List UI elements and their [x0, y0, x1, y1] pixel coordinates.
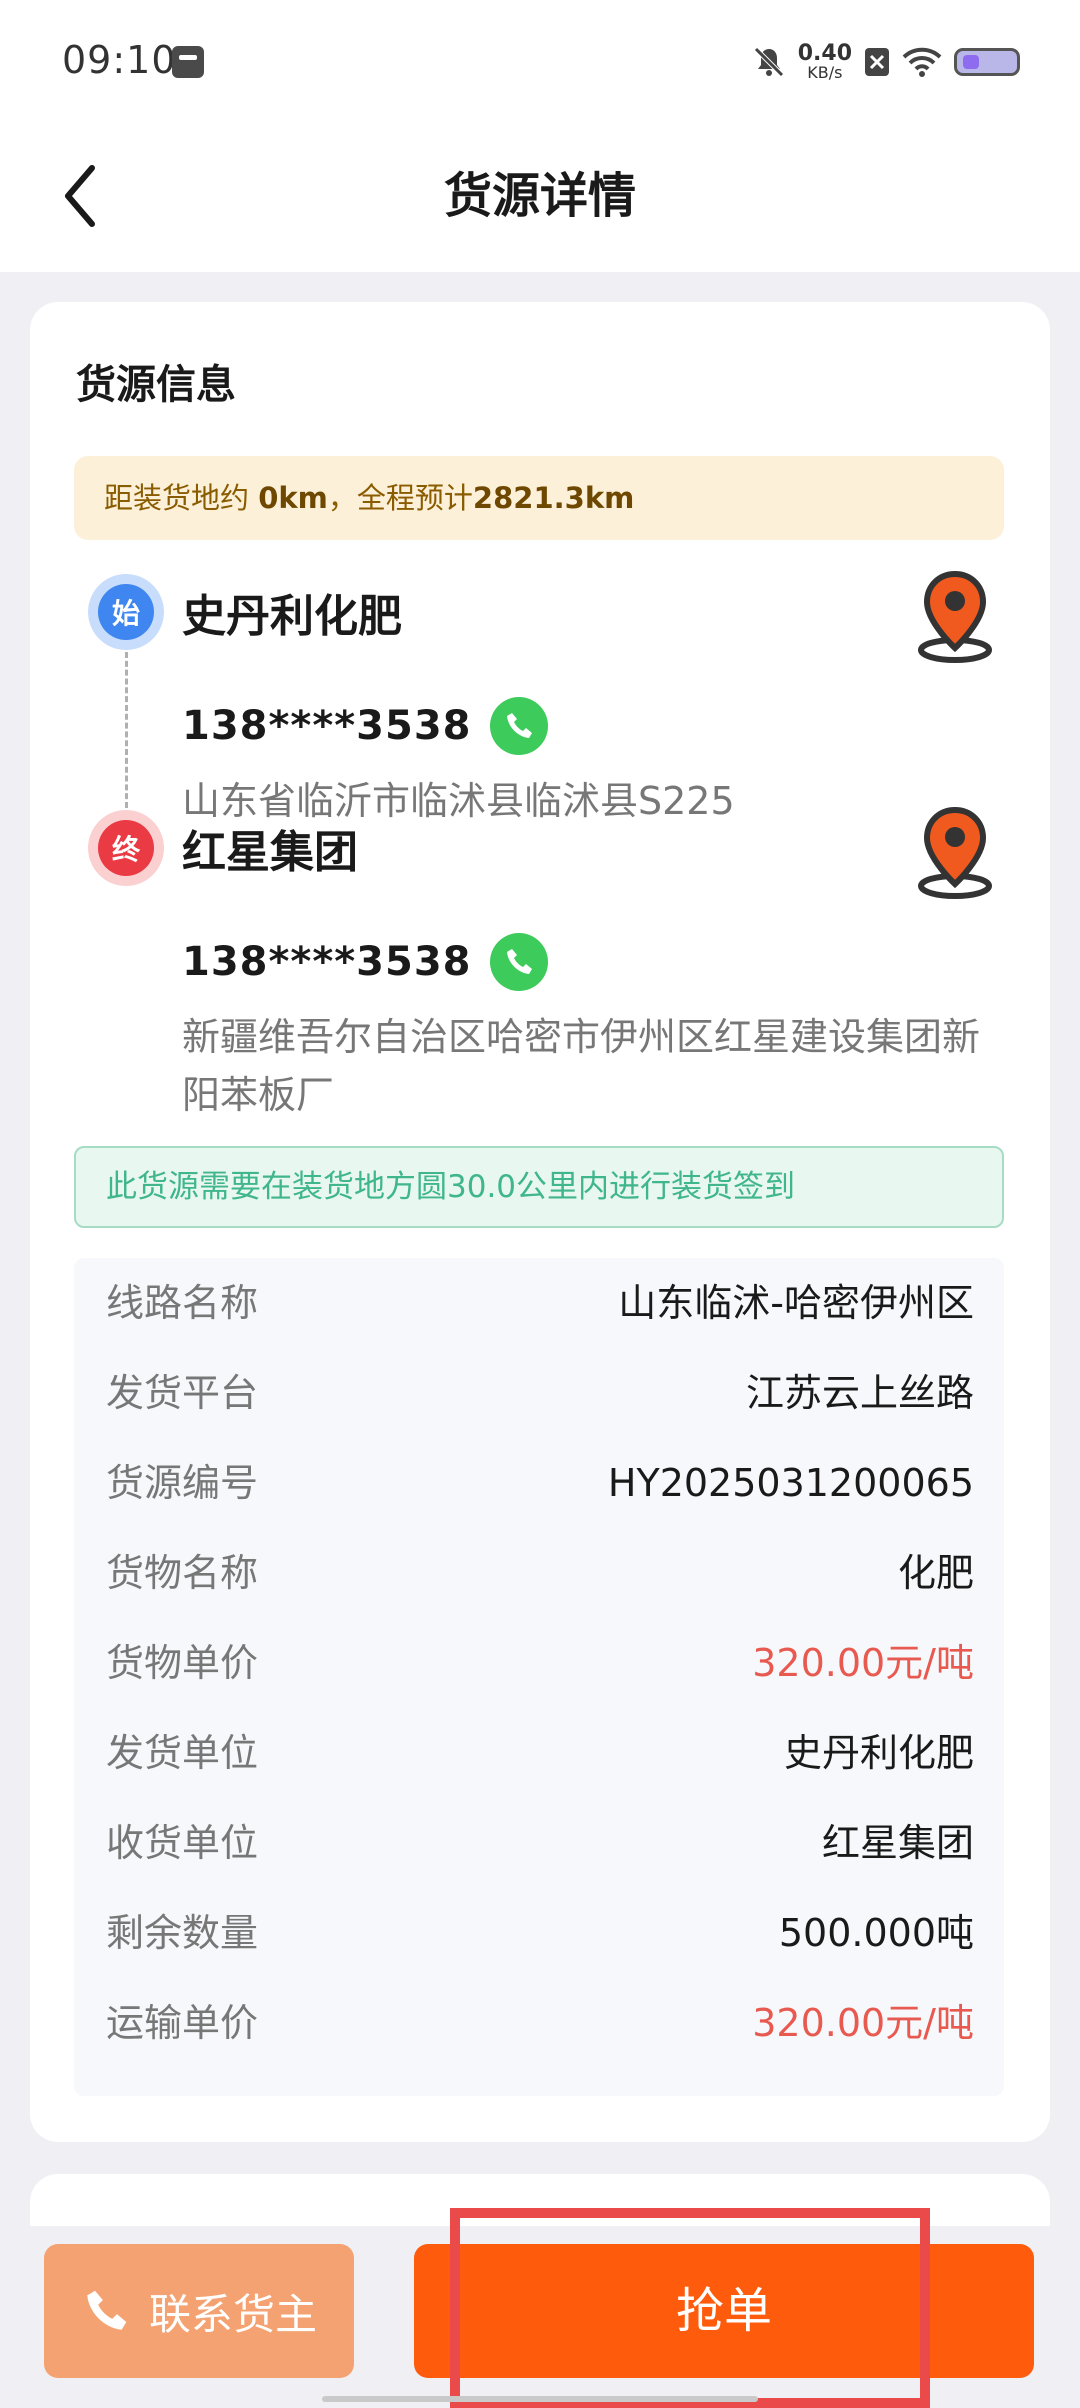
info-value: 化肥 [897, 1551, 974, 1595]
grab-order-button[interactable]: 抢单 [414, 2244, 1034, 2378]
start-map-pin-icon[interactable] [910, 568, 1000, 664]
start-phone-row: 138****3538 [182, 696, 548, 756]
info-row-shipper: 发货单位 史丹利化肥 [74, 1708, 1004, 1798]
end-badge: 终 [88, 810, 164, 886]
info-value-price: 320.00元/吨 [752, 1641, 974, 1685]
start-phone-number: 138****3538 [182, 703, 472, 749]
info-label: 剩余数量 [106, 1911, 259, 1955]
info-value: 江苏云上丝路 [745, 1371, 974, 1415]
info-label: 货物单价 [106, 1641, 259, 1685]
status-indicators: 0.40 KB/s [752, 40, 1020, 84]
info-label: 收货单位 [106, 1821, 259, 1865]
cargo-info-card: 货源信息 距装货地约 0km，全程预计2821.3km 始 史丹利化肥 138*… [30, 302, 1050, 2142]
info-label: 货物名称 [106, 1551, 259, 1595]
battery-icon [954, 48, 1020, 76]
start-call-button[interactable] [489, 697, 548, 755]
phone-icon [87, 2290, 127, 2330]
info-row-transport-price: 运输单价 320.00元/吨 [74, 1978, 1004, 2068]
distance-value: 0km [258, 481, 328, 515]
network-speed-unit: KB/s [807, 63, 843, 82]
nav-bar: 货源详情 [0, 120, 1080, 272]
route-connector-line [125, 652, 128, 808]
info-label: 运输单价 [106, 2001, 259, 2045]
info-row-cargo-name: 货物名称 化肥 [74, 1528, 1004, 1618]
silent-bell-icon [753, 47, 784, 77]
contact-shipper-label: 联系货主 [148, 2289, 317, 2339]
info-label: 发货单位 [106, 1731, 259, 1775]
info-row-unit-price: 货物单价 320.00元/吨 [74, 1618, 1004, 1708]
end-badge-label: 终 [98, 820, 154, 876]
page-title: 货源详情 [443, 168, 636, 224]
info-value: 史丹利化肥 [783, 1731, 974, 1775]
end-phone-row: 138****3538 [182, 932, 548, 992]
end-address: 新疆维吾尔自治区哈密市伊州区红星建设集团新阳苯板厂 [182, 1015, 981, 1117]
start-badge-label: 始 [98, 584, 154, 640]
info-row-platform: 发货平台 江苏云上丝路 [74, 1348, 1004, 1438]
info-value-price: 320.00元/吨 [752, 2001, 974, 2045]
info-label: 货源编号 [106, 1461, 259, 1505]
start-stop-name: 史丹利化肥 [182, 591, 402, 642]
home-indicator [322, 2396, 758, 2402]
cargo-info-table: 线路名称 山东临沭-哈密伊州区 发货平台 江苏云上丝路 货源编号 HY20250… [74, 1258, 1004, 2096]
info-value: 500.000吨 [778, 1911, 974, 1955]
info-row-consignee: 收货单位 红星集团 [74, 1798, 1004, 1888]
info-row-remaining: 剩余数量 500.000吨 [74, 1888, 1004, 1978]
info-value: 红星集团 [821, 1821, 974, 1865]
end-stop-name: 红星集团 [182, 827, 358, 878]
info-value: HY2025031200065 [607, 1461, 974, 1505]
notification-app-icon [172, 46, 204, 78]
phone-icon [506, 949, 532, 974]
end-call-button[interactable] [489, 933, 548, 991]
network-speed-value: 0.40 [797, 41, 852, 66]
distance-banner: 距装货地约 0km，全程预计2821.3km [74, 456, 1004, 540]
end-phone-number: 138****3538 [182, 939, 472, 985]
bottom-action-bar: 联系货主 抢单 [0, 2226, 1080, 2408]
start-badge: 始 [88, 574, 164, 650]
wifi-icon [902, 47, 942, 77]
status-bar: 09:10 0.40 KB/s [0, 0, 1080, 120]
network-speed: 0.40 KB/s [798, 43, 852, 81]
distance-prefix: 距装货地约 [104, 481, 259, 515]
info-row-cargo-id: 货源编号 HY2025031200065 [74, 1438, 1004, 1528]
info-row-route: 线路名称 山东临沭-哈密伊州区 [74, 1258, 1004, 1348]
info-label: 线路名称 [106, 1281, 259, 1325]
status-time: 09:10 [62, 38, 177, 82]
end-map-pin-icon[interactable] [910, 804, 1000, 900]
info-label: 发货平台 [106, 1371, 259, 1415]
contact-shipper-button[interactable]: 联系货主 [44, 2244, 354, 2378]
total-distance-value: 2821.3km [472, 481, 635, 515]
card-heading: 货源信息 [76, 362, 236, 408]
info-value: 山东临沭-哈密伊州区 [618, 1281, 974, 1325]
distance-middle: ，全程预计 [327, 481, 473, 515]
phone-icon [506, 713, 532, 738]
check-in-notice: 此货源需要在装货地方圆30.0公里内进行装货签到 [74, 1146, 1004, 1228]
sim-blocked-icon [865, 48, 889, 76]
